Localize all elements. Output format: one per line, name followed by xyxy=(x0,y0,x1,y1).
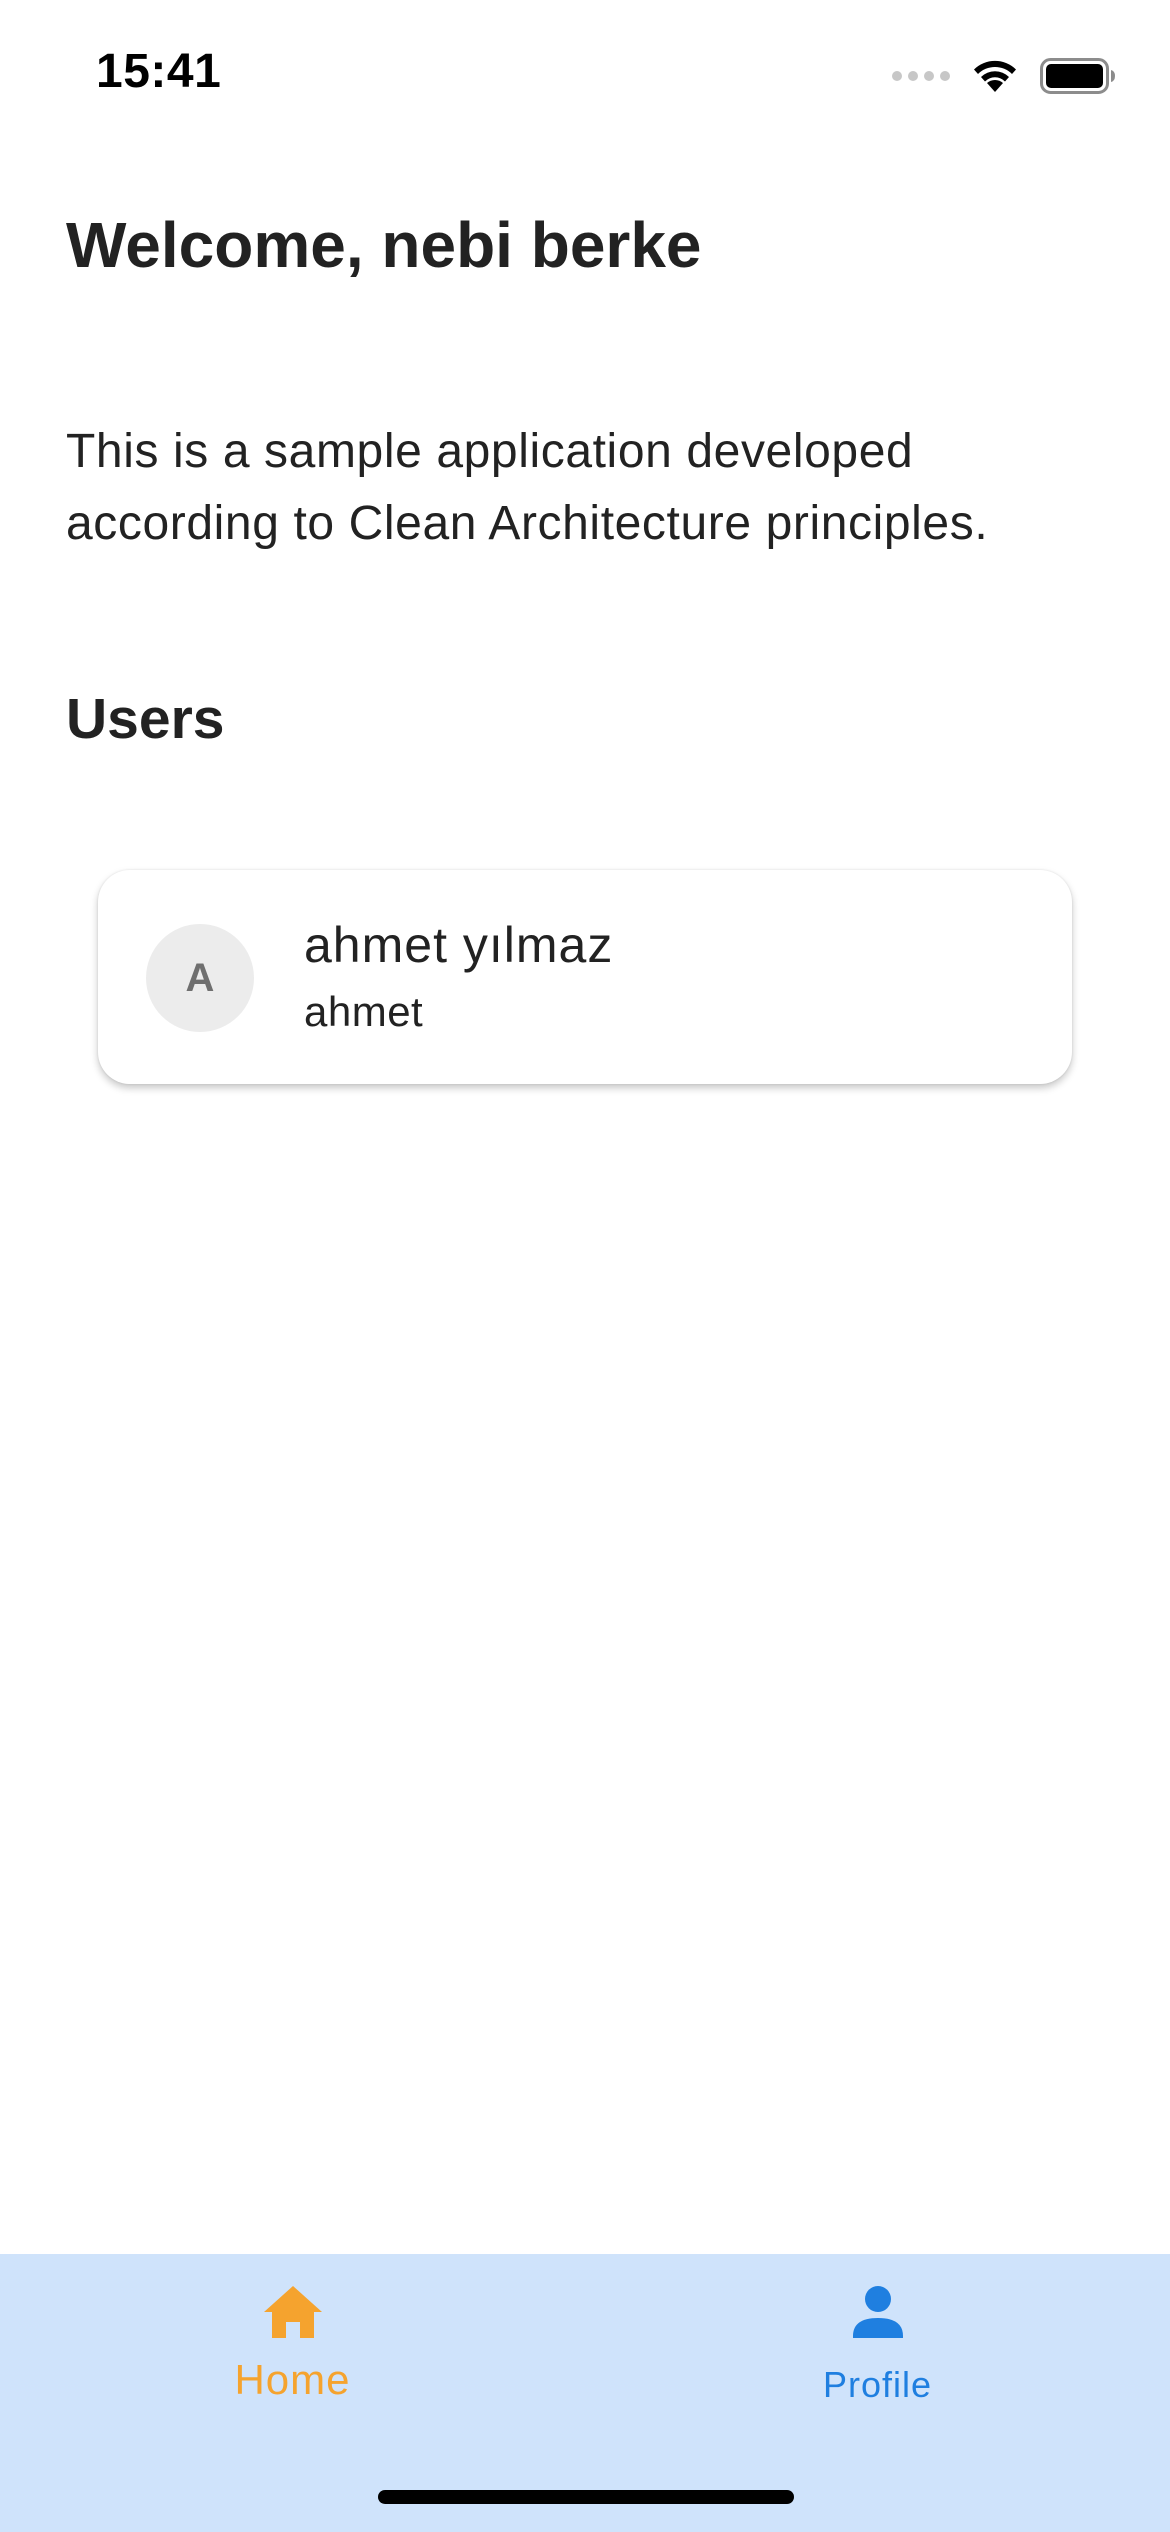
battery-icon xyxy=(1040,58,1116,94)
status-time: 15:41 xyxy=(96,45,222,98)
home-indicator xyxy=(378,2490,794,2504)
avatar: A xyxy=(146,924,254,1032)
app-description: This is a sample application developed a… xyxy=(66,425,989,550)
status-bar: 15:41 xyxy=(0,0,1170,150)
wifi-icon xyxy=(972,59,1018,93)
users-section-title: Users xyxy=(66,687,225,751)
user-card[interactable]: A ahmet yılmaz ahmet xyxy=(98,870,1072,1084)
nav-label-profile: Profile xyxy=(822,2364,933,2405)
home-icon xyxy=(262,2284,324,2340)
person-icon xyxy=(850,2284,906,2340)
cellular-signal-icon xyxy=(892,71,950,81)
nav-item-home[interactable]: Home xyxy=(0,2254,585,2454)
welcome-title: Welcome, nebi berke xyxy=(66,209,702,281)
nav-item-profile[interactable]: Profile xyxy=(585,2254,1170,2454)
nav-label-home: Home xyxy=(234,2356,351,2403)
user-username: ahmet xyxy=(304,988,424,1035)
status-icons xyxy=(892,52,1116,100)
user-full-name: ahmet yılmaz xyxy=(304,917,614,973)
